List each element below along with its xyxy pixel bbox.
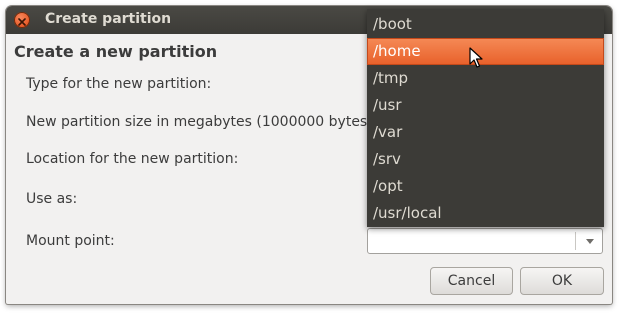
close-button[interactable] [14,12,30,28]
dropdown-item-boot[interactable]: /boot [367,11,604,38]
mouse-pointer-icon [469,47,483,68]
cancel-button[interactable]: Cancel [430,267,513,295]
mount-point-dropdown[interactable]: /boot /home /tmp /usr /var /srv /opt /us… [367,9,604,227]
use-as-label: Use as: [26,191,78,207]
dropdown-item-tmp[interactable]: /tmp [367,65,604,92]
combo-separator [575,232,576,250]
size-label: New partition size in megabytes (1000000… [26,114,378,130]
window-title: Create partition [45,11,172,27]
dropdown-item-usr[interactable]: /usr [367,92,604,119]
close-icon [18,11,26,30]
mount-point-label: Mount point: [26,233,115,249]
mount-point-combo[interactable] [367,228,603,254]
dialog-heading: Create a new partition [14,42,218,61]
dropdown-item-srv[interactable]: /srv [367,146,604,173]
dropdown-item-home[interactable]: /home [367,38,604,65]
ok-button[interactable]: OK [520,267,604,295]
type-label: Type for the new partition: [26,76,212,92]
location-label: Location for the new partition: [26,151,239,167]
dropdown-item-var[interactable]: /var [367,119,604,146]
dropdown-item-opt[interactable]: /opt [367,173,604,200]
dropdown-item-usr-local[interactable]: /usr/local [367,200,604,227]
chevron-down-icon[interactable] [586,239,594,244]
